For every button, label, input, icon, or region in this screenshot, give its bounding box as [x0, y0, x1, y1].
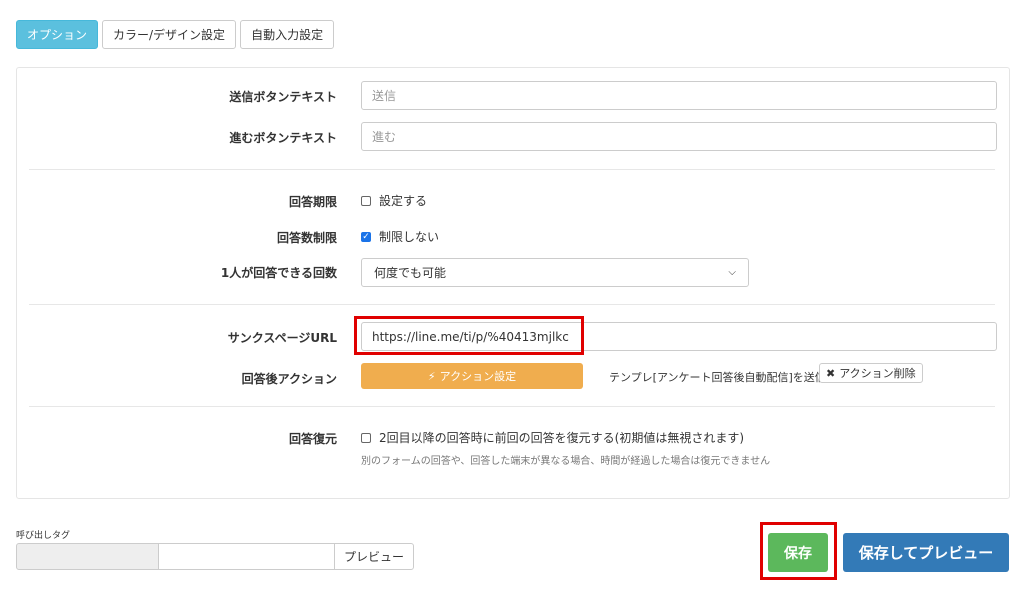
after-action-label: 回答後アクション [241, 372, 337, 386]
deadline-checkbox-label: 設定する [379, 194, 428, 208]
per-person-label: 1人が回答できる回数 [220, 266, 337, 280]
close-icon: ✖ [826, 366, 836, 380]
next-text-input[interactable]: 進む [361, 122, 997, 151]
checkbox-icon[interactable] [361, 432, 371, 443]
options-panel: 送信ボタンテキスト 送信 進むボタンテキスト 進む 回答期限 設定する 回答数制… [16, 67, 1010, 499]
tab-bar: オプション カラー/デザイン設定 自動入力設定 [16, 20, 335, 49]
action-settings-button[interactable]: ⚡ アクション設定 [361, 363, 583, 389]
save-button[interactable]: 保存 [768, 533, 828, 572]
tab-options[interactable]: オプション [16, 20, 99, 49]
restore-hint: 別のフォームの回答や、回答した端末が異なる場合、時間が経過した場合は復元できませ… [361, 456, 771, 467]
tab-autofill[interactable]: 自動入力設定 [240, 20, 335, 49]
divider [29, 304, 995, 305]
restore-checkbox-label: 2回目以降の回答時に前回の回答を復元する(初期値は無視されます) [379, 431, 745, 445]
save-preview-button[interactable]: 保存してプレビュー [843, 533, 1009, 572]
bolt-icon: ⚡ [427, 369, 436, 383]
limit-checkbox-label: 制限しない [379, 230, 440, 244]
submit-text-input[interactable]: 送信 [361, 81, 997, 110]
tag-label: 呼び出しタグ [16, 531, 71, 541]
divider [29, 406, 995, 407]
action-description: テンプレ[アンケート回答後自動配信]を送信 [609, 371, 826, 384]
limit-label: 回答数制限 [276, 231, 337, 245]
per-person-select[interactable]: 何度でも可能 ⌵ [361, 258, 749, 287]
tag-input[interactable] [159, 543, 335, 570]
limit-checkbox[interactable]: ✓ 制限しない [361, 228, 439, 245]
restore-checkbox[interactable]: 2回目以降の回答時に前回の回答を復元する(初期値は無視されます) [361, 429, 744, 446]
tab-color-design[interactable]: カラー/デザイン設定 [102, 20, 237, 49]
next-text-label: 進むボタンテキスト [229, 131, 337, 145]
divider [29, 169, 995, 170]
checkbox-checked-icon[interactable]: ✓ [361, 231, 371, 242]
deadline-label: 回答期限 [288, 195, 337, 209]
delete-action-button[interactable]: ✖ アクション削除 [819, 363, 923, 383]
delete-action-label: アクション削除 [839, 367, 916, 380]
restore-label: 回答復元 [288, 432, 337, 446]
per-person-value: 何度でも可能 [374, 266, 447, 280]
tag-readonly-field [16, 543, 159, 570]
chevron-down-icon: ⌵ [728, 267, 736, 278]
deadline-checkbox[interactable]: 設定する [361, 192, 427, 209]
action-settings-label: アクション設定 [439, 370, 517, 383]
submit-text-label: 送信ボタンテキスト [229, 90, 337, 104]
highlight-box [354, 316, 584, 355]
thanks-url-label: サンクスページURL [227, 331, 337, 345]
preview-button-small[interactable]: プレビュー [334, 543, 414, 570]
checkbox-icon[interactable] [361, 195, 371, 206]
